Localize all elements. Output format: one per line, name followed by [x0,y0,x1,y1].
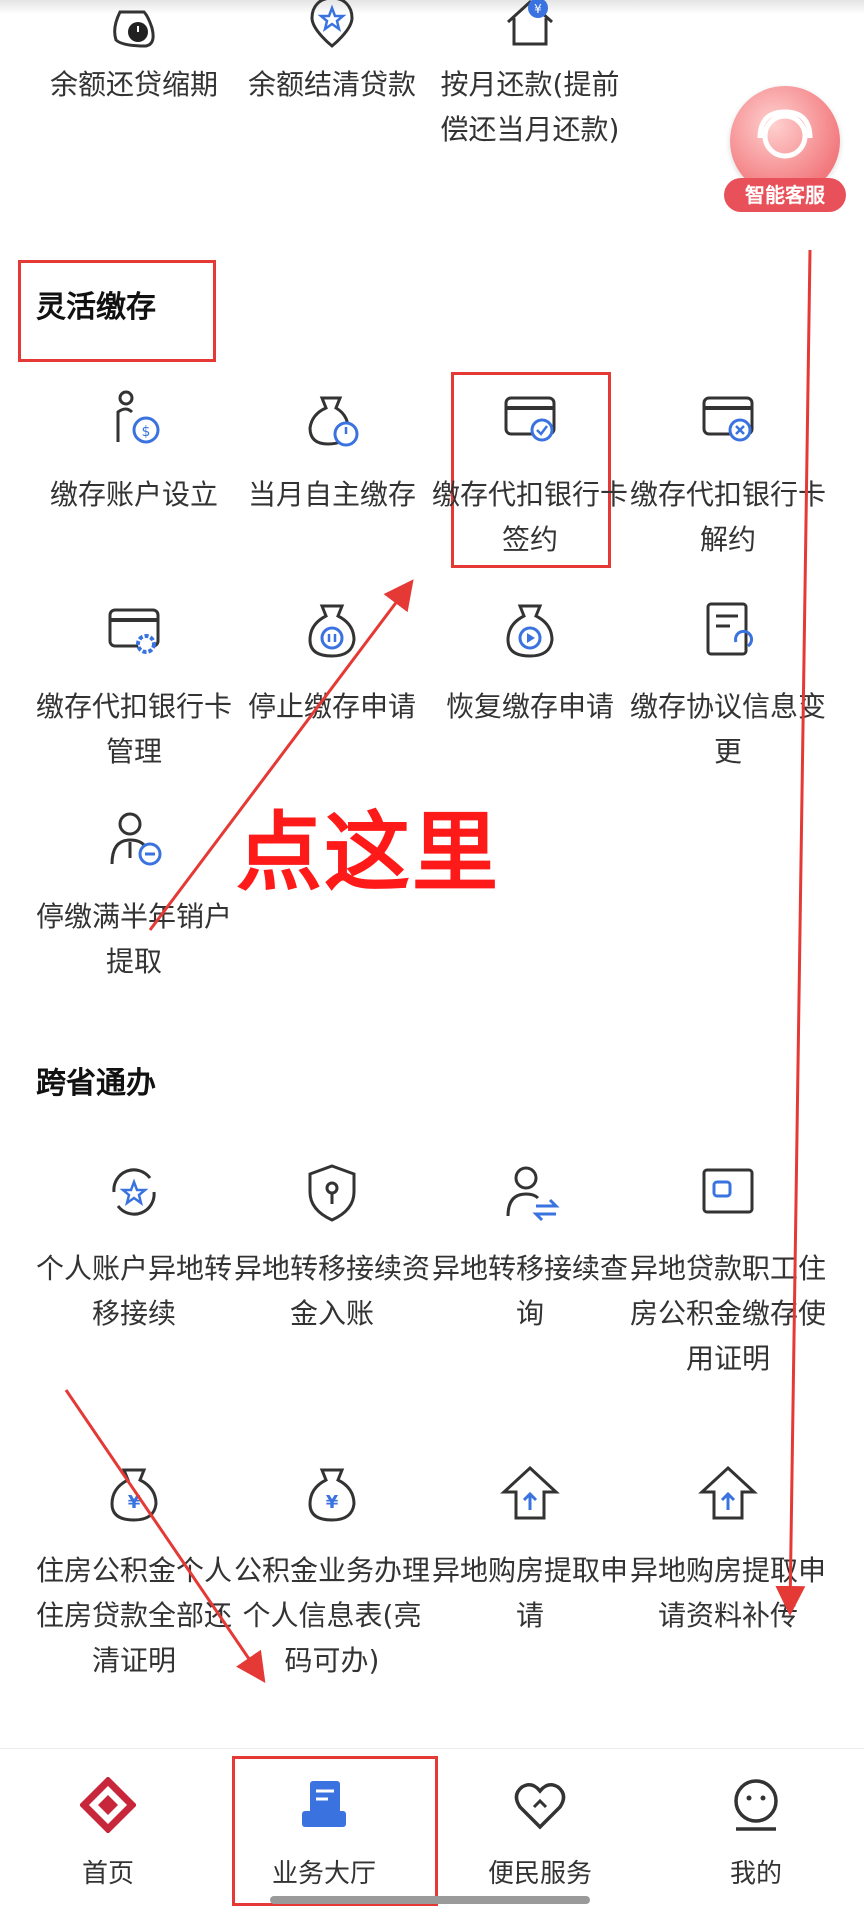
svg-text:¥: ¥ [128,1492,141,1513]
service-label: 缴存协议信息变更 [630,690,827,768]
money-bag-clock-icon [113,10,155,48]
service-label: 当月自主缴存 [247,478,416,511]
service-label: 停缴满半年销户提取 [36,900,233,978]
service-label: 异地转移接续查询 [432,1252,629,1330]
service-label: 异地转移接续资金入账 [234,1252,431,1330]
money-bag-clock-icon [308,396,359,447]
service-label: 缴存代扣银行卡解约 [630,478,827,556]
heart-icon [514,1783,566,1830]
tab-home[interactable]: 首页 [0,1749,216,1921]
shield-key-icon [308,1164,356,1222]
service-transfer-query[interactable]: 异地转移接续查询 [432,1160,628,1336]
smart-customer-service-button[interactable]: 智能客服 [724,86,846,220]
service-monthly-self-deposit[interactable]: 当月自主缴存 [234,386,430,517]
service-label: 公积金业务办理个人信息表(亮码可办) [234,1554,431,1677]
service-label: 余额结清贷款 [247,68,416,101]
money-bag-yen-icon: ¥ [308,1468,356,1522]
circular-star-icon [112,1168,156,1216]
home-indicator [270,1896,590,1904]
service-bank-card-sign[interactable]: 缴存代扣银行卡签约 [432,386,628,562]
service-label: 按月还款(提前偿还当月还款) [440,68,620,146]
tab-label: 我的 [729,1859,782,1889]
service-label: 缴存账户设立 [49,478,218,511]
service-label: 缴存代扣银行卡管理 [36,690,233,768]
tab-label: 便民服务 [487,1859,592,1889]
wallet-card-icon [702,1168,754,1214]
house-arrow-up-icon [698,1465,758,1520]
service-transfer-funds-entry[interactable]: 异地转移接续资金入账 [234,1160,430,1336]
person-dollar-icon: $ [116,390,160,444]
service-label: 个人账户异地转移接续 [36,1252,233,1330]
person-minus-icon [110,812,162,866]
house-arrow-up-icon [500,1465,560,1520]
service-loan-payoff-certificate[interactable]: ¥ 住房公积金个人住房贷款全部还清证明 [36,1462,232,1683]
service-monthly-repay[interactable]: ¥ 按月还款(提前偿还当月还款) [432,0,628,152]
svg-text:¥: ¥ [534,2,542,16]
tab-mine[interactable]: 我的 [648,1749,864,1921]
money-bag-pause-icon [308,604,356,658]
service-balance-payoff[interactable]: 余额结清贷款 [234,0,430,107]
service-housing-withdraw[interactable]: 异地购房提取申请 [432,1462,628,1638]
customer-service-label: 智能客服 [724,178,846,212]
annotation-box-business-hall [232,1756,438,1906]
money-bag-yen-icon: ¥ [110,1468,158,1522]
service-label: 住房公积金个人住房贷款全部还清证明 [36,1554,233,1677]
service-resume-deposit[interactable]: 恢复缴存申请 [432,598,628,729]
service-label: 异地购房提取申请 [432,1554,629,1632]
service-housing-withdraw-supplement[interactable]: 异地购房提取申请资料补传 [630,1462,826,1638]
service-label: 缴存代扣银行卡签约 [432,478,629,556]
document-refresh-icon [706,602,753,656]
service-label: 停止缴存申请 [247,690,416,723]
section-title-flexible-deposit: 灵活缴存 [36,290,156,325]
service-agreement-change[interactable]: 缴存协议信息变更 [630,598,826,774]
service-cancel-account-withdraw[interactable]: 停缴满半年销户提取 [36,808,232,984]
svg-text:$: $ [142,424,151,440]
service-personal-info-form[interactable]: ¥ 公积金业务办理个人信息表(亮码可办) [234,1462,430,1683]
service-label: 异地购房提取申请资料补传 [630,1554,827,1632]
brand-logo-icon [80,1777,136,1833]
service-label: 恢复缴存申请 [445,690,614,723]
bank-card-gear-icon [108,608,160,654]
service-label: 余额还贷缩期 [49,68,218,101]
section-title-cross-province: 跨省通办 [36,1066,156,1101]
service-balance-shorten-term[interactable]: 余额还贷缩期 [36,0,232,107]
tab-label: 首页 [81,1859,134,1889]
house-yen-icon: ¥ [506,0,554,46]
service-account-setup[interactable]: $ 缴存账户设立 [36,386,232,517]
service-label: 异地贷款职工住房公积金缴存使用证明 [630,1252,827,1375]
service-bank-card-unsign[interactable]: 缴存代扣银行卡解约 [630,386,826,562]
service-loan-certificate[interactable]: 异地贷款职工住房公积金缴存使用证明 [630,1160,826,1381]
service-account-transfer[interactable]: 个人账户异地转移接续 [36,1160,232,1336]
svg-text:¥: ¥ [326,1492,339,1513]
person-exchange-icon [506,1166,560,1222]
service-stop-deposit[interactable]: 停止缴存申请 [234,598,430,729]
service-bank-card-manage[interactable]: 缴存代扣银行卡管理 [36,598,232,774]
money-bag-play-icon [506,604,554,658]
bank-card-check-icon [504,396,556,442]
bank-card-cancel-icon [702,396,754,442]
annotation-click-here: 点这里 [236,803,500,903]
location-star-icon [310,0,354,48]
smiley-face-icon [734,1779,778,1831]
